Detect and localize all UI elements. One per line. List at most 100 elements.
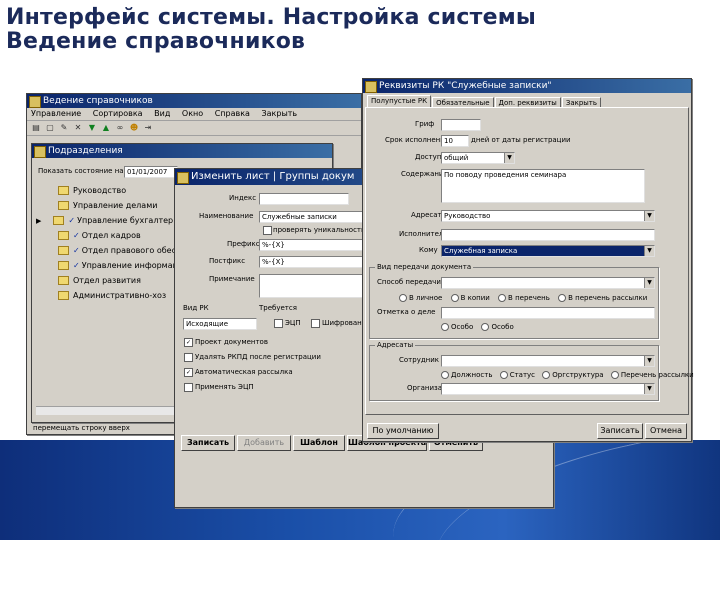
- main-window-titlebar[interactable]: Ведение справочников: [27, 94, 361, 108]
- addr-radio-group: Должность Статус Оргструктура Перечень р…: [441, 370, 694, 380]
- exec-term-label: Срок исполнения: [385, 136, 450, 144]
- print-icon[interactable]: ▤: [31, 123, 41, 133]
- radio-button[interactable]: [441, 371, 449, 379]
- prefix-input[interactable]: %-{X}: [259, 239, 363, 251]
- apply-eds-label: Применять ЭЦП: [195, 383, 254, 391]
- apply-eds-checkbox[interactable]: [184, 383, 193, 392]
- list-item[interactable]: ▶ ✓ Управление бухгалтер: [36, 216, 173, 226]
- control-input[interactable]: [441, 307, 655, 319]
- rk-type-label: Вид РК: [183, 304, 209, 312]
- list-item[interactable]: Руководство: [58, 186, 126, 196]
- rk-window-titlebar[interactable]: Реквизиты РК "Служебные записки": [363, 79, 691, 93]
- new-icon[interactable]: ▢: [45, 123, 55, 133]
- folder-icon: [53, 216, 65, 225]
- organization-select[interactable]: ▼: [441, 383, 655, 395]
- check-icon: ✓: [73, 231, 80, 240]
- move-down-icon[interactable]: ▼: [87, 123, 97, 133]
- exec-term-input[interactable]: 10: [441, 135, 469, 147]
- slide-title-line2: Ведение справочников: [6, 29, 306, 54]
- project-docs-label: Проект документов: [195, 338, 268, 346]
- slide-title: Интерфейс системы. Настройка системы Вед…: [6, 6, 536, 54]
- list-item[interactable]: ✓ Отдел правового обес: [58, 246, 176, 256]
- menu-item-view[interactable]: Вид: [154, 109, 170, 118]
- menu-item-manage[interactable]: Управление: [31, 109, 81, 118]
- radio-button[interactable]: [558, 294, 567, 302]
- folder-icon: [58, 231, 69, 240]
- exit-icon[interactable]: ⇥: [143, 123, 153, 133]
- prefix-label: Префикс: [227, 240, 260, 248]
- horizontal-scrollbar[interactable]: [36, 406, 186, 415]
- menu-item-window[interactable]: Окно: [182, 109, 203, 118]
- employee-select[interactable]: ▼: [441, 355, 655, 367]
- add-button[interactable]: Добавить: [237, 435, 291, 451]
- user-icon[interactable]: ☻: [129, 123, 139, 133]
- chevron-down-icon[interactable]: ▼: [644, 211, 654, 221]
- document-icon: [177, 172, 189, 184]
- radio-button[interactable]: [399, 294, 407, 302]
- chevron-down-icon[interactable]: ▼: [504, 153, 514, 163]
- save-button[interactable]: Записать: [181, 435, 235, 451]
- edit-icon[interactable]: ✎: [59, 123, 69, 133]
- eds-label: ЭЦП: [285, 319, 301, 327]
- default-button[interactable]: По умолчанию: [367, 423, 439, 439]
- index-input[interactable]: [259, 193, 349, 205]
- access-select[interactable]: общий ▼: [441, 152, 515, 164]
- chevron-down-icon[interactable]: ▼: [644, 278, 654, 288]
- note-input[interactable]: [259, 274, 363, 298]
- document-icon: [365, 81, 377, 93]
- chevron-down-icon[interactable]: ▼: [644, 384, 654, 394]
- move-up-icon[interactable]: ▲: [101, 123, 111, 133]
- folder-icon: [58, 186, 69, 195]
- menu-item-close[interactable]: Закрыть: [262, 109, 298, 118]
- radio-button[interactable]: [610, 371, 619, 379]
- check-icon: ✓: [68, 216, 76, 225]
- rk-cancel-button[interactable]: Отмена: [645, 423, 687, 439]
- sign-input[interactable]: [441, 119, 481, 131]
- list-item[interactable]: Отдел развития: [58, 276, 141, 286]
- auto-mailing-label: Автоматическая рассылка: [195, 368, 293, 376]
- executor-input[interactable]: [441, 229, 655, 241]
- addressee-label: Адресат: [411, 211, 442, 219]
- delete-icon[interactable]: ✕: [73, 123, 83, 133]
- rk-save-button[interactable]: Записать: [597, 423, 643, 439]
- content-textarea[interactable]: По поводу проведения семинара: [441, 169, 645, 203]
- radio-button[interactable]: [450, 294, 459, 302]
- delete-rkpd-checkbox[interactable]: [184, 353, 193, 362]
- list-item[interactable]: Управление делами: [58, 201, 157, 211]
- date-input[interactable]: 01/01/2007: [124, 166, 178, 178]
- whose-select[interactable]: Служебная записка ▼: [441, 245, 655, 257]
- name-input[interactable]: Служебные записки: [259, 211, 363, 223]
- folder-icon: [58, 201, 69, 210]
- postfix-label: Постфикс: [209, 257, 246, 265]
- list-item[interactable]: ✓ Отдел кадров: [58, 231, 141, 241]
- list-item[interactable]: ✓ Управление информац: [58, 261, 178, 271]
- radio-button[interactable]: [542, 371, 551, 379]
- eds-checkbox[interactable]: [274, 319, 283, 328]
- radio-button[interactable]: [499, 371, 508, 379]
- rk-window-title: Реквизиты РК "Служебные записки": [379, 81, 552, 91]
- unique-checkbox[interactable]: [263, 226, 272, 235]
- view-type-select[interactable]: ▼: [441, 277, 655, 289]
- menu-item-sort[interactable]: Сортировка: [93, 109, 143, 118]
- rk-type-select[interactable]: Исходящие: [183, 318, 257, 330]
- encrypt-checkbox[interactable]: [311, 319, 320, 328]
- addressee-select[interactable]: Руководство ▼: [441, 210, 655, 222]
- departments-titlebar[interactable]: Подразделения: [32, 144, 332, 158]
- menu-item-help[interactable]: Справка: [215, 109, 250, 118]
- current-row-arrow-icon: ▶: [36, 217, 42, 225]
- radio-button[interactable]: [498, 294, 507, 302]
- auto-mailing-checkbox[interactable]: ✓: [184, 368, 193, 377]
- template-button[interactable]: Шаблон: [293, 435, 345, 451]
- check-icon: ✓: [73, 246, 80, 255]
- radio-button[interactable]: [441, 323, 449, 331]
- binoculars-icon[interactable]: ∞: [115, 123, 125, 133]
- list-item[interactable]: Административно-хоз: [58, 291, 166, 301]
- check-icon: ✓: [73, 261, 80, 270]
- chevron-down-icon[interactable]: ▼: [644, 246, 654, 256]
- delete-rkpd-label: Удалять РКПД после регистрации: [195, 353, 321, 361]
- view-type-label: Способ передачи: [377, 278, 441, 286]
- project-docs-checkbox[interactable]: ✓: [184, 338, 193, 347]
- postfix-input[interactable]: %-{X}: [259, 256, 363, 268]
- radio-button[interactable]: [481, 323, 490, 331]
- chevron-down-icon[interactable]: ▼: [644, 356, 654, 366]
